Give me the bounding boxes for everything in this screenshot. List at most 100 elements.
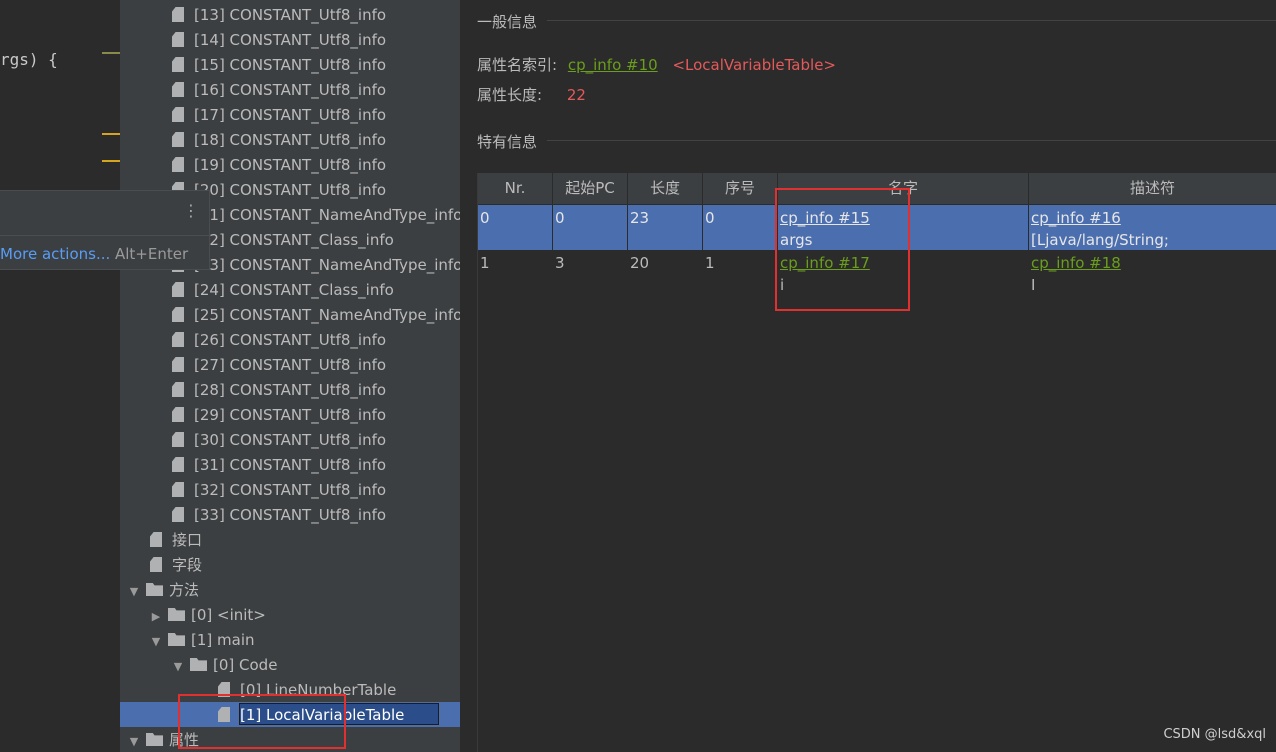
code-editor[interactable]: rgs) { ⋮ More actions... Alt+Enter bbox=[0, 0, 210, 752]
cell-index: 1 bbox=[703, 250, 778, 295]
cell-descriptor: cp_info #16 [Ljava/lang/String; bbox=[1029, 205, 1276, 250]
tree-item-constant[interactable]: [32] CONSTANT_Utf8_info bbox=[172, 478, 386, 503]
tree-item-constant[interactable]: [13] CONSTANT_Utf8_info bbox=[172, 3, 386, 28]
gutter-marker bbox=[102, 52, 120, 54]
tree-item-main[interactable]: ▼ [1] main bbox=[148, 628, 255, 653]
tree-item-label: [0] Code bbox=[213, 656, 278, 674]
tree-item-constant[interactable]: [15] CONSTANT_Utf8_info bbox=[172, 53, 386, 78]
file-icon bbox=[172, 282, 184, 297]
cell-start-pc: 3 bbox=[553, 250, 628, 295]
descriptor-cp-link[interactable]: cp_info #16 bbox=[1031, 207, 1274, 229]
cell-nr: 1 bbox=[478, 250, 553, 295]
tree-item-constant[interactable]: [23] CONSTANT_NameAndType_info bbox=[172, 253, 460, 278]
tree-item-label: [32] CONSTANT_Utf8_info bbox=[194, 481, 387, 499]
file-icon bbox=[150, 557, 162, 572]
tree-item-constant[interactable]: [33] CONSTANT_Utf8_info bbox=[172, 503, 386, 528]
file-icon bbox=[172, 407, 184, 422]
attr-length-label: 属性长度: bbox=[477, 86, 543, 104]
chevron-down-icon[interactable]: ▼ bbox=[170, 654, 186, 679]
chevron-down-icon[interactable]: ▼ bbox=[148, 629, 164, 654]
tree-item-init[interactable]: ▶ [0] <init> bbox=[148, 603, 266, 628]
tree-item-constant[interactable]: [14] CONSTANT_Utf8_info bbox=[172, 28, 386, 53]
tree-item-constant[interactable]: [16] CONSTANT_Utf8_info bbox=[172, 78, 386, 103]
file-icon bbox=[172, 457, 184, 472]
tree-item-label: 方法 bbox=[169, 581, 200, 599]
vertical-dots-icon[interactable]: ⋮ bbox=[183, 203, 199, 219]
tree-item-constant[interactable]: [25] CONSTANT_NameAndType_info bbox=[172, 303, 460, 328]
tree-item-constant[interactable]: [18] CONSTANT_Utf8_info bbox=[172, 128, 386, 153]
attr-name-index-row: 属性名索引: cp_info #10 <LocalVariableTable> bbox=[477, 54, 836, 75]
tree-item-constant[interactable]: [17] CONSTANT_Utf8_info bbox=[172, 103, 386, 128]
more-actions-shortcut: Alt+Enter bbox=[115, 245, 189, 263]
tree-item-constant[interactable]: [28] CONSTANT_Utf8_info bbox=[172, 378, 386, 403]
tree-item-constant[interactable]: [31] CONSTANT_Utf8_info bbox=[172, 453, 386, 478]
tree-item-constant[interactable]: [26] CONSTANT_Utf8_info bbox=[172, 328, 386, 353]
chevron-down-icon[interactable]: ▼ bbox=[126, 729, 142, 752]
tree-item-label: [27] CONSTANT_Utf8_info bbox=[194, 356, 387, 374]
file-icon bbox=[172, 107, 184, 122]
tree-item-constant[interactable]: [30] CONSTANT_Utf8_info bbox=[172, 428, 386, 453]
more-actions-link[interactable]: More actions... bbox=[0, 245, 110, 263]
folder-icon bbox=[190, 658, 207, 671]
specific-info-heading: 特有信息 bbox=[477, 133, 538, 151]
section-divider bbox=[547, 140, 1276, 141]
tree-item-label: [22] CONSTANT_Class_info bbox=[194, 231, 394, 249]
tree-item-label: [24] CONSTANT_Class_info bbox=[194, 281, 394, 299]
tree-item-label: [33] CONSTANT_Utf8_info bbox=[194, 506, 387, 524]
watermark: CSDN @lsd&xql bbox=[1163, 727, 1266, 742]
cell-length: 20 bbox=[628, 250, 703, 295]
chevron-right-icon[interactable]: ▶ bbox=[148, 604, 164, 629]
file-icon bbox=[172, 332, 184, 347]
descriptor-cp-link[interactable]: cp_info #18 bbox=[1031, 252, 1274, 274]
general-info-heading: 一般信息 bbox=[477, 13, 538, 31]
attr-name-index-link[interactable]: cp_info #10 bbox=[568, 56, 658, 74]
folder-icon bbox=[146, 733, 163, 746]
intention-popup: ⋮ More actions... Alt+Enter bbox=[0, 190, 210, 270]
tree-item-label: [17] CONSTANT_Utf8_info bbox=[194, 106, 387, 124]
tree-item-label: [14] CONSTANT_Utf8_info bbox=[194, 31, 387, 49]
column-header-nr[interactable]: Nr. bbox=[478, 173, 553, 204]
file-icon bbox=[172, 507, 184, 522]
file-icon bbox=[172, 307, 184, 322]
column-header-length[interactable]: 长度 bbox=[628, 173, 703, 204]
tree-item-methods[interactable]: ▼ 方法 bbox=[126, 578, 199, 603]
tree-item-fields[interactable]: 字段 bbox=[150, 553, 202, 578]
tree-item-label: [0] <init> bbox=[191, 606, 266, 624]
file-icon bbox=[172, 157, 184, 172]
gutter-marker bbox=[102, 133, 120, 135]
file-icon bbox=[172, 7, 184, 22]
annotation-box-name-column bbox=[775, 188, 910, 311]
column-header-start-pc[interactable]: 起始PC bbox=[553, 173, 628, 204]
cell-nr: 0 bbox=[478, 205, 553, 250]
cell-length: 23 bbox=[628, 205, 703, 250]
tree-item-interfaces[interactable]: 接口 bbox=[150, 528, 202, 553]
code-line: rgs) { bbox=[0, 50, 58, 69]
tree-item-label: 接口 bbox=[172, 531, 203, 549]
column-header-descriptor[interactable]: 描述符 bbox=[1029, 173, 1276, 204]
tree-item-constant[interactable]: [29] CONSTANT_Utf8_info bbox=[172, 403, 386, 428]
tree-item-label: [16] CONSTANT_Utf8_info bbox=[194, 81, 387, 99]
tree-item-label: [26] CONSTANT_Utf8_info bbox=[194, 331, 387, 349]
file-icon bbox=[172, 57, 184, 72]
tree-item-code[interactable]: ▼ [0] Code bbox=[170, 653, 278, 679]
tree-item-constant[interactable]: [24] CONSTANT_Class_info bbox=[172, 278, 394, 303]
tree-item-constant[interactable]: [19] CONSTANT_Utf8_info bbox=[172, 153, 386, 178]
popup-divider bbox=[0, 235, 209, 236]
file-icon bbox=[172, 357, 184, 372]
chevron-down-icon[interactable]: ▼ bbox=[126, 579, 142, 604]
file-icon bbox=[172, 32, 184, 47]
cell-descriptor: cp_info #18 I bbox=[1029, 250, 1276, 295]
tree-item-constant[interactable]: [21] CONSTANT_NameAndType_info bbox=[172, 203, 460, 228]
tree-item-label: [25] CONSTANT_NameAndType_info bbox=[194, 306, 460, 324]
column-header-index[interactable]: 序号 bbox=[703, 173, 778, 204]
attr-name-index-label: 属性名索引: bbox=[477, 56, 558, 74]
tree-item-label: [13] CONSTANT_Utf8_info bbox=[194, 6, 387, 24]
tree-item-label: [21] CONSTANT_NameAndType_info bbox=[194, 206, 460, 224]
tree-item-label: [19] CONSTANT_Utf8_info bbox=[194, 156, 387, 174]
file-icon bbox=[172, 132, 184, 147]
file-icon bbox=[172, 82, 184, 97]
attr-length-row: 属性长度: 22 bbox=[477, 84, 586, 105]
attribute-detail-panel: 一般信息 属性名索引: cp_info #10 <LocalVariableTa… bbox=[460, 0, 1276, 752]
tree-item-constant[interactable]: [27] CONSTANT_Utf8_info bbox=[172, 353, 386, 378]
descriptor-value: [Ljava/lang/String; bbox=[1031, 231, 1169, 249]
